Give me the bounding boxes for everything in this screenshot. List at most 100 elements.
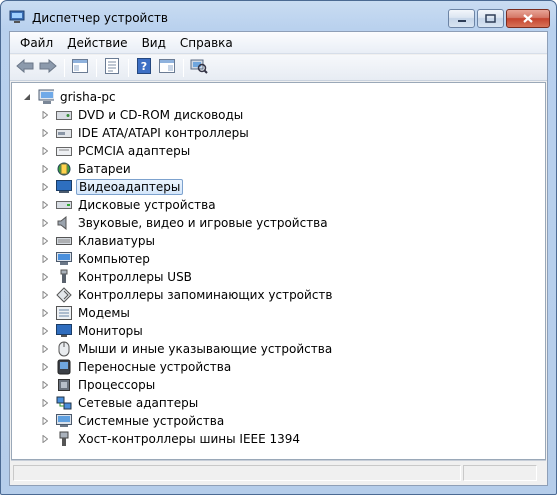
maximize-button[interactable] — [477, 9, 504, 28]
pcmcia-icon — [56, 143, 72, 159]
tree-category-row[interactable]: Процессоры — [40, 376, 157, 394]
tree-category-row[interactable]: Модемы — [40, 304, 132, 322]
tree-category-label: Системные устройства — [78, 414, 225, 428]
tree-category-label: Процессоры — [78, 378, 156, 392]
toolbar-separator — [96, 58, 97, 77]
battery-icon — [56, 161, 72, 177]
display-adapter-icon — [56, 179, 72, 195]
svg-text:?: ? — [141, 60, 147, 73]
tree-category-row[interactable]: Хост-контроллеры шины IEEE 1394 — [40, 430, 302, 448]
menu-file[interactable]: Файл — [13, 36, 60, 50]
scan-hardware-button[interactable] — [188, 57, 210, 79]
tree-category-label: PCMCIA адаптеры — [78, 144, 191, 158]
tree-category-row[interactable]: Мониторы — [40, 322, 145, 340]
title-bar[interactable]: Диспетчер устройств — [1, 1, 556, 31]
tree-category-label: Контроллеры запоминающих устройств — [78, 288, 333, 302]
help-button[interactable]: ? — [133, 57, 155, 79]
tree-category-label: Дисковые устройства — [78, 198, 216, 212]
tree-category-row[interactable]: Звуковые, видео и игровые устройства — [40, 214, 330, 232]
tree-category-row[interactable]: Компьютер — [40, 250, 152, 268]
device-manager-window: Диспетчер устройств Файл Действие Вид Сп… — [0, 0, 557, 495]
status-pane-secondary — [463, 465, 537, 481]
tree-category-row[interactable]: Клавиатуры — [40, 232, 157, 250]
toolbar: ? — [10, 55, 547, 81]
expand-arrow-icon[interactable] — [40, 182, 50, 192]
expand-arrow-icon[interactable] — [40, 434, 50, 444]
tree-category-row[interactable]: IDE ATA/ATAPI контроллеры — [40, 124, 251, 142]
tree-category-row[interactable]: Батареи — [40, 160, 133, 178]
tree-category-row[interactable]: Контроллеры USB — [40, 268, 194, 286]
menu-action[interactable]: Действие — [60, 36, 134, 50]
expand-arrow-icon[interactable] — [40, 290, 50, 300]
portable-device-icon — [56, 359, 72, 375]
menu-help[interactable]: Справка — [173, 36, 240, 50]
expand-arrow-icon[interactable] — [40, 362, 50, 372]
back-button[interactable] — [14, 57, 36, 79]
expand-arrow-icon[interactable] — [40, 200, 50, 210]
show-hide-action-pane-button[interactable] — [156, 57, 178, 79]
tree-category-row[interactable]: Системные устройства — [40, 412, 226, 430]
storage-controller-icon — [56, 287, 72, 303]
tree-category-row[interactable]: Дисковые устройства — [40, 196, 218, 214]
expand-arrow-icon[interactable] — [40, 308, 50, 318]
back-icon — [16, 58, 34, 76]
expand-arrow-icon[interactable] — [40, 326, 50, 336]
mouse-icon — [56, 341, 72, 357]
tree-category-row[interactable]: Мыши и иные указывающие устройства — [40, 340, 334, 358]
menu-bar: Файл Действие Вид Справка — [10, 32, 547, 54]
help-icon: ? — [137, 58, 151, 77]
properties-icon — [105, 58, 119, 77]
tree-category-row[interactable]: PCMCIA адаптеры — [40, 142, 192, 160]
minimize-button[interactable] — [448, 9, 475, 28]
tree-category-row[interactable]: Видеоадаптеры — [40, 178, 184, 196]
status-bar — [11, 460, 546, 484]
ieee1394-icon — [56, 431, 72, 447]
tree-category-label: DVD и CD-ROM дисководы — [78, 108, 244, 122]
tree-category-label: Звуковые, видео и игровые устройства — [78, 216, 328, 230]
tree-category-label: Мониторы — [78, 324, 143, 338]
close-button[interactable] — [506, 9, 550, 28]
expand-arrow-icon[interactable] — [40, 272, 50, 282]
expand-arrow-icon[interactable] — [40, 416, 50, 426]
tree-root[interactable]: grisha-pc — [22, 88, 118, 106]
expand-arrow-icon[interactable] — [40, 218, 50, 228]
tree-category-label: Мыши и иные указывающие устройства — [78, 342, 333, 356]
toolbar-separator — [183, 58, 184, 77]
keyboard-icon — [56, 233, 72, 249]
expand-arrow-icon[interactable] — [40, 128, 50, 138]
expand-arrow-icon[interactable] — [40, 236, 50, 246]
expand-arrow-icon[interactable] — [40, 380, 50, 390]
network-adapter-icon — [56, 395, 72, 411]
tree-category-label: Переносные устройства — [78, 360, 232, 374]
system-device-icon — [56, 413, 72, 429]
modem-icon — [56, 305, 72, 321]
minimize-icon — [449, 10, 474, 27]
tree-category-row[interactable]: Контроллеры запоминающих устройств — [40, 286, 334, 304]
properties-button[interactable] — [101, 57, 123, 79]
tree-category-label: Хост-контроллеры шины IEEE 1394 — [78, 432, 301, 446]
tree-category-row[interactable]: Сетевые адаптеры — [40, 394, 200, 412]
processor-icon — [56, 377, 72, 393]
status-pane-main — [13, 465, 461, 481]
expand-arrow-icon[interactable] — [40, 146, 50, 156]
tree-category-label: Видеоадаптеры — [76, 179, 184, 195]
scan-hardware-icon — [190, 58, 208, 77]
show-hide-tree-button[interactable] — [69, 57, 91, 79]
show-hide-action-pane-icon — [159, 59, 175, 76]
tree-category-row[interactable]: DVD и CD-ROM дисководы — [40, 106, 245, 124]
monitor-icon — [56, 323, 72, 339]
dvd-drive-icon — [56, 107, 72, 123]
device-tree[interactable]: grisha-pc DVD и CD-ROM дисководы IDE ATA/… — [11, 82, 546, 460]
tree-category-row[interactable]: Переносные устройства — [40, 358, 233, 376]
computer-icon — [56, 251, 72, 267]
expand-arrow-icon[interactable] — [40, 110, 50, 120]
menu-view[interactable]: Вид — [135, 36, 173, 50]
computer-icon — [38, 89, 54, 105]
collapse-arrow-icon[interactable] — [22, 92, 32, 102]
expand-arrow-icon[interactable] — [40, 254, 50, 264]
expand-arrow-icon[interactable] — [40, 398, 50, 408]
forward-button[interactable] — [37, 57, 59, 79]
forward-icon — [39, 58, 57, 76]
expand-arrow-icon[interactable] — [40, 164, 50, 174]
expand-arrow-icon[interactable] — [40, 344, 50, 354]
